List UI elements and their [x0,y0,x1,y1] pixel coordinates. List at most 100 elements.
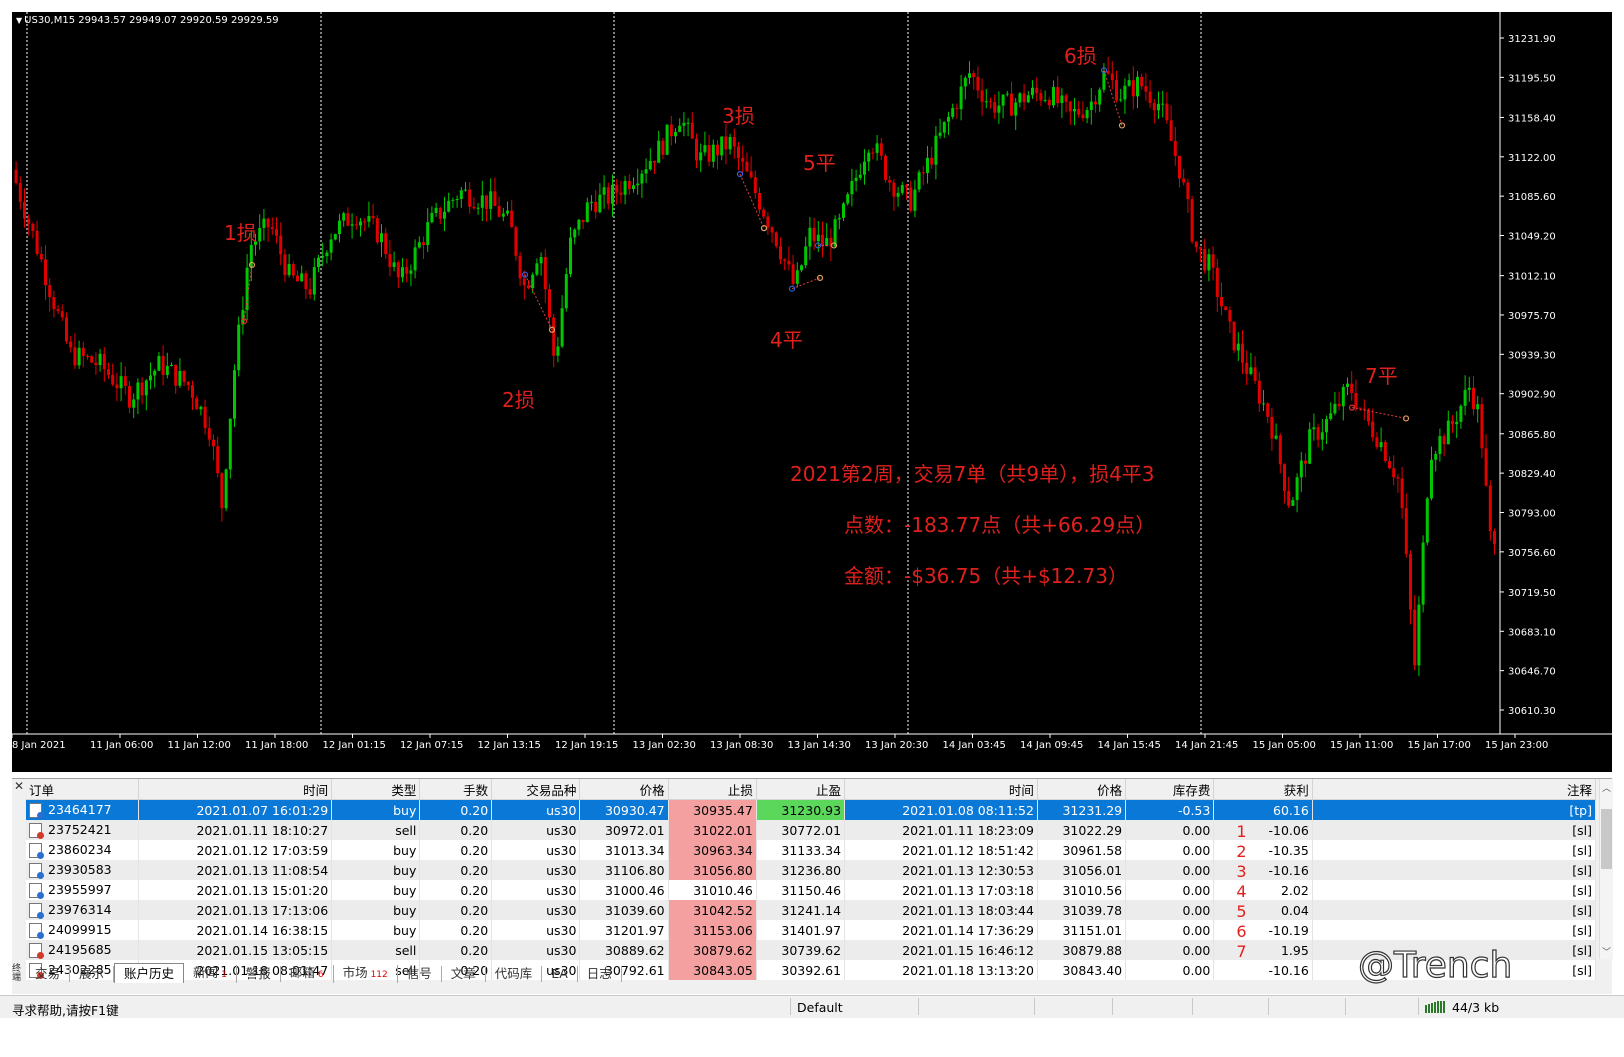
candle-body [665,124,669,155]
candle-body [678,125,682,132]
table-row[interactable]: 23955997 2021.01.13 15:01:20 buy 0.20 us30 31… [26,880,1597,900]
table-row[interactable]: 24099915 2021.01.14 16:38:15 buy 0.20 us30 31… [26,920,1597,940]
candle-body [640,173,644,184]
scroll-thumb[interactable] [1601,809,1612,869]
cell-lots: 0.20 [419,880,493,900]
table-row[interactable]: 23930583 2021.01.13 11:08:54 buy 0.20 us30 31… [26,860,1597,880]
candle-body [821,234,824,247]
cell-symbol: us30 [491,880,581,900]
cell-lots: 0.20 [419,860,493,880]
column-header[interactable]: 时间 [844,779,1038,800]
candle-body [682,122,686,126]
candle-body [392,262,396,268]
candle-body [1488,485,1492,532]
candle-body [115,384,119,389]
column-header[interactable]: 时间 [138,779,333,800]
tab-11[interactable]: 日志 [578,966,622,982]
chart-menu-triangle-icon[interactable]: ▼ [16,16,22,25]
cell-open-time: 2021.01.14 16:38:15 [138,920,333,940]
candle-body [417,242,421,248]
column-header[interactable]: 获利 [1213,779,1313,800]
candle-body [1451,420,1454,425]
price-label: 30829.40 [1508,469,1556,480]
column-header[interactable]: 注释 [1312,779,1597,800]
buy-order-icon [29,923,44,939]
tab-3[interactable]: 新闻 1 [184,965,237,983]
table-row[interactable]: 23976314 2021.01.13 17:13:06 buy 0.20 us30 31… [26,900,1597,920]
tab-7[interactable]: 信号 [398,966,442,982]
candle-body [531,274,535,289]
tab-8[interactable]: 文章 [442,966,486,982]
cell-open-time: 2021.01.12 17:03:59 [138,840,333,860]
candle-body [774,232,778,247]
candle-body [94,362,98,366]
tab-1[interactable]: 展示 [70,966,115,982]
vertical-scrollbar[interactable]: ︿ ﹀ [1599,779,1613,959]
cell-open-time: 2021.01.13 11:08:54 [138,860,333,880]
order-number: 23860234 [48,842,112,857]
column-header[interactable]: 止损 [668,779,757,800]
candlestick-chart-canvas[interactable]: 31231.90 31195.50 31158.40 31122.00 31085.60… [12,12,1612,772]
column-header[interactable]: 交易品种 [491,779,581,800]
candle-body [237,324,241,371]
time-label: 12 Jan 19:15 [555,740,618,751]
cell-type: buy [331,799,421,820]
candle-body [1425,498,1429,543]
candle-body [430,213,434,223]
cell-swap: 0.00 [1125,840,1215,860]
table-row[interactable]: 23752421 2021.01.11 18:10:27 sell 0.20 us30 3… [26,820,1597,840]
candle-body [161,356,165,375]
price-chart[interactable]: 31231.90 31195.50 31158.40 31122.00 31085.60… [12,12,1612,772]
close-icon[interactable]: ✕ [14,779,24,793]
cell-close-time: 2021.01.11 18:23:09 [844,820,1038,840]
column-header[interactable]: 止盈 [756,779,846,800]
candle-body [77,347,81,366]
tab-4[interactable]: 警报 [237,966,281,982]
tab-9[interactable]: 代码库 [486,966,543,982]
candle-body [136,382,140,400]
cell-open-time: 2021.01.11 18:10:27 [138,820,333,840]
table-row[interactable]: 23860234 2021.01.12 17:03:59 buy 0.20 us30 31… [26,840,1597,860]
candle-body [1421,542,1425,605]
cell-open-time: 2021.01.15 13:05:15 [138,940,333,960]
scroll-up-icon[interactable]: ︿ [1602,781,1611,794]
column-header[interactable]: 价格 [579,779,669,800]
candle-body [850,181,854,195]
candle-body [947,116,950,122]
candle-body [18,182,22,202]
candle-body [426,222,430,246]
scroll-down-icon[interactable]: ﹀ [1602,945,1611,958]
candle-body [1262,403,1265,405]
candle-body [1060,95,1064,104]
tab-6[interactable]: 市场 112 [334,965,398,983]
column-header[interactable]: 类型 [331,779,421,800]
candle-body [1463,389,1467,406]
candle-body [111,374,115,385]
tab-5[interactable]: 邮箱 6 [281,965,334,983]
order-number: 23976314 [48,902,112,917]
status-profile[interactable]: Default [797,1000,843,1015]
candle-body [955,108,959,110]
candle-body [758,193,761,210]
status-divider [1345,998,1346,1015]
candle-body [388,254,392,268]
table-row[interactable]: 23464177 2021.01.07 16:01:29 buy 0.20 us30 30… [26,799,1597,820]
candle-body [480,195,484,208]
column-header[interactable]: 库存费 [1125,779,1215,800]
tab-0[interactable]: 交易 [26,966,71,982]
candle-body [207,428,211,440]
candle-body [1375,437,1379,448]
cell-open-time: 2021.01.13 15:01:20 [138,880,333,900]
candle-body [606,187,610,204]
column-header[interactable]: 手数 [419,779,493,800]
column-header[interactable]: 订单 [26,779,140,800]
column-header[interactable]: 价格 [1037,779,1127,800]
trade-index-label: 2 [1236,842,1247,860]
tab-10[interactable]: EA [542,966,578,982]
tab-2[interactable]: 账户历史 [114,963,185,983]
candle-body [1140,76,1144,87]
candle-body [472,206,476,209]
candle-body [564,274,568,309]
candle-body [422,242,425,246]
candle-body [590,201,593,203]
